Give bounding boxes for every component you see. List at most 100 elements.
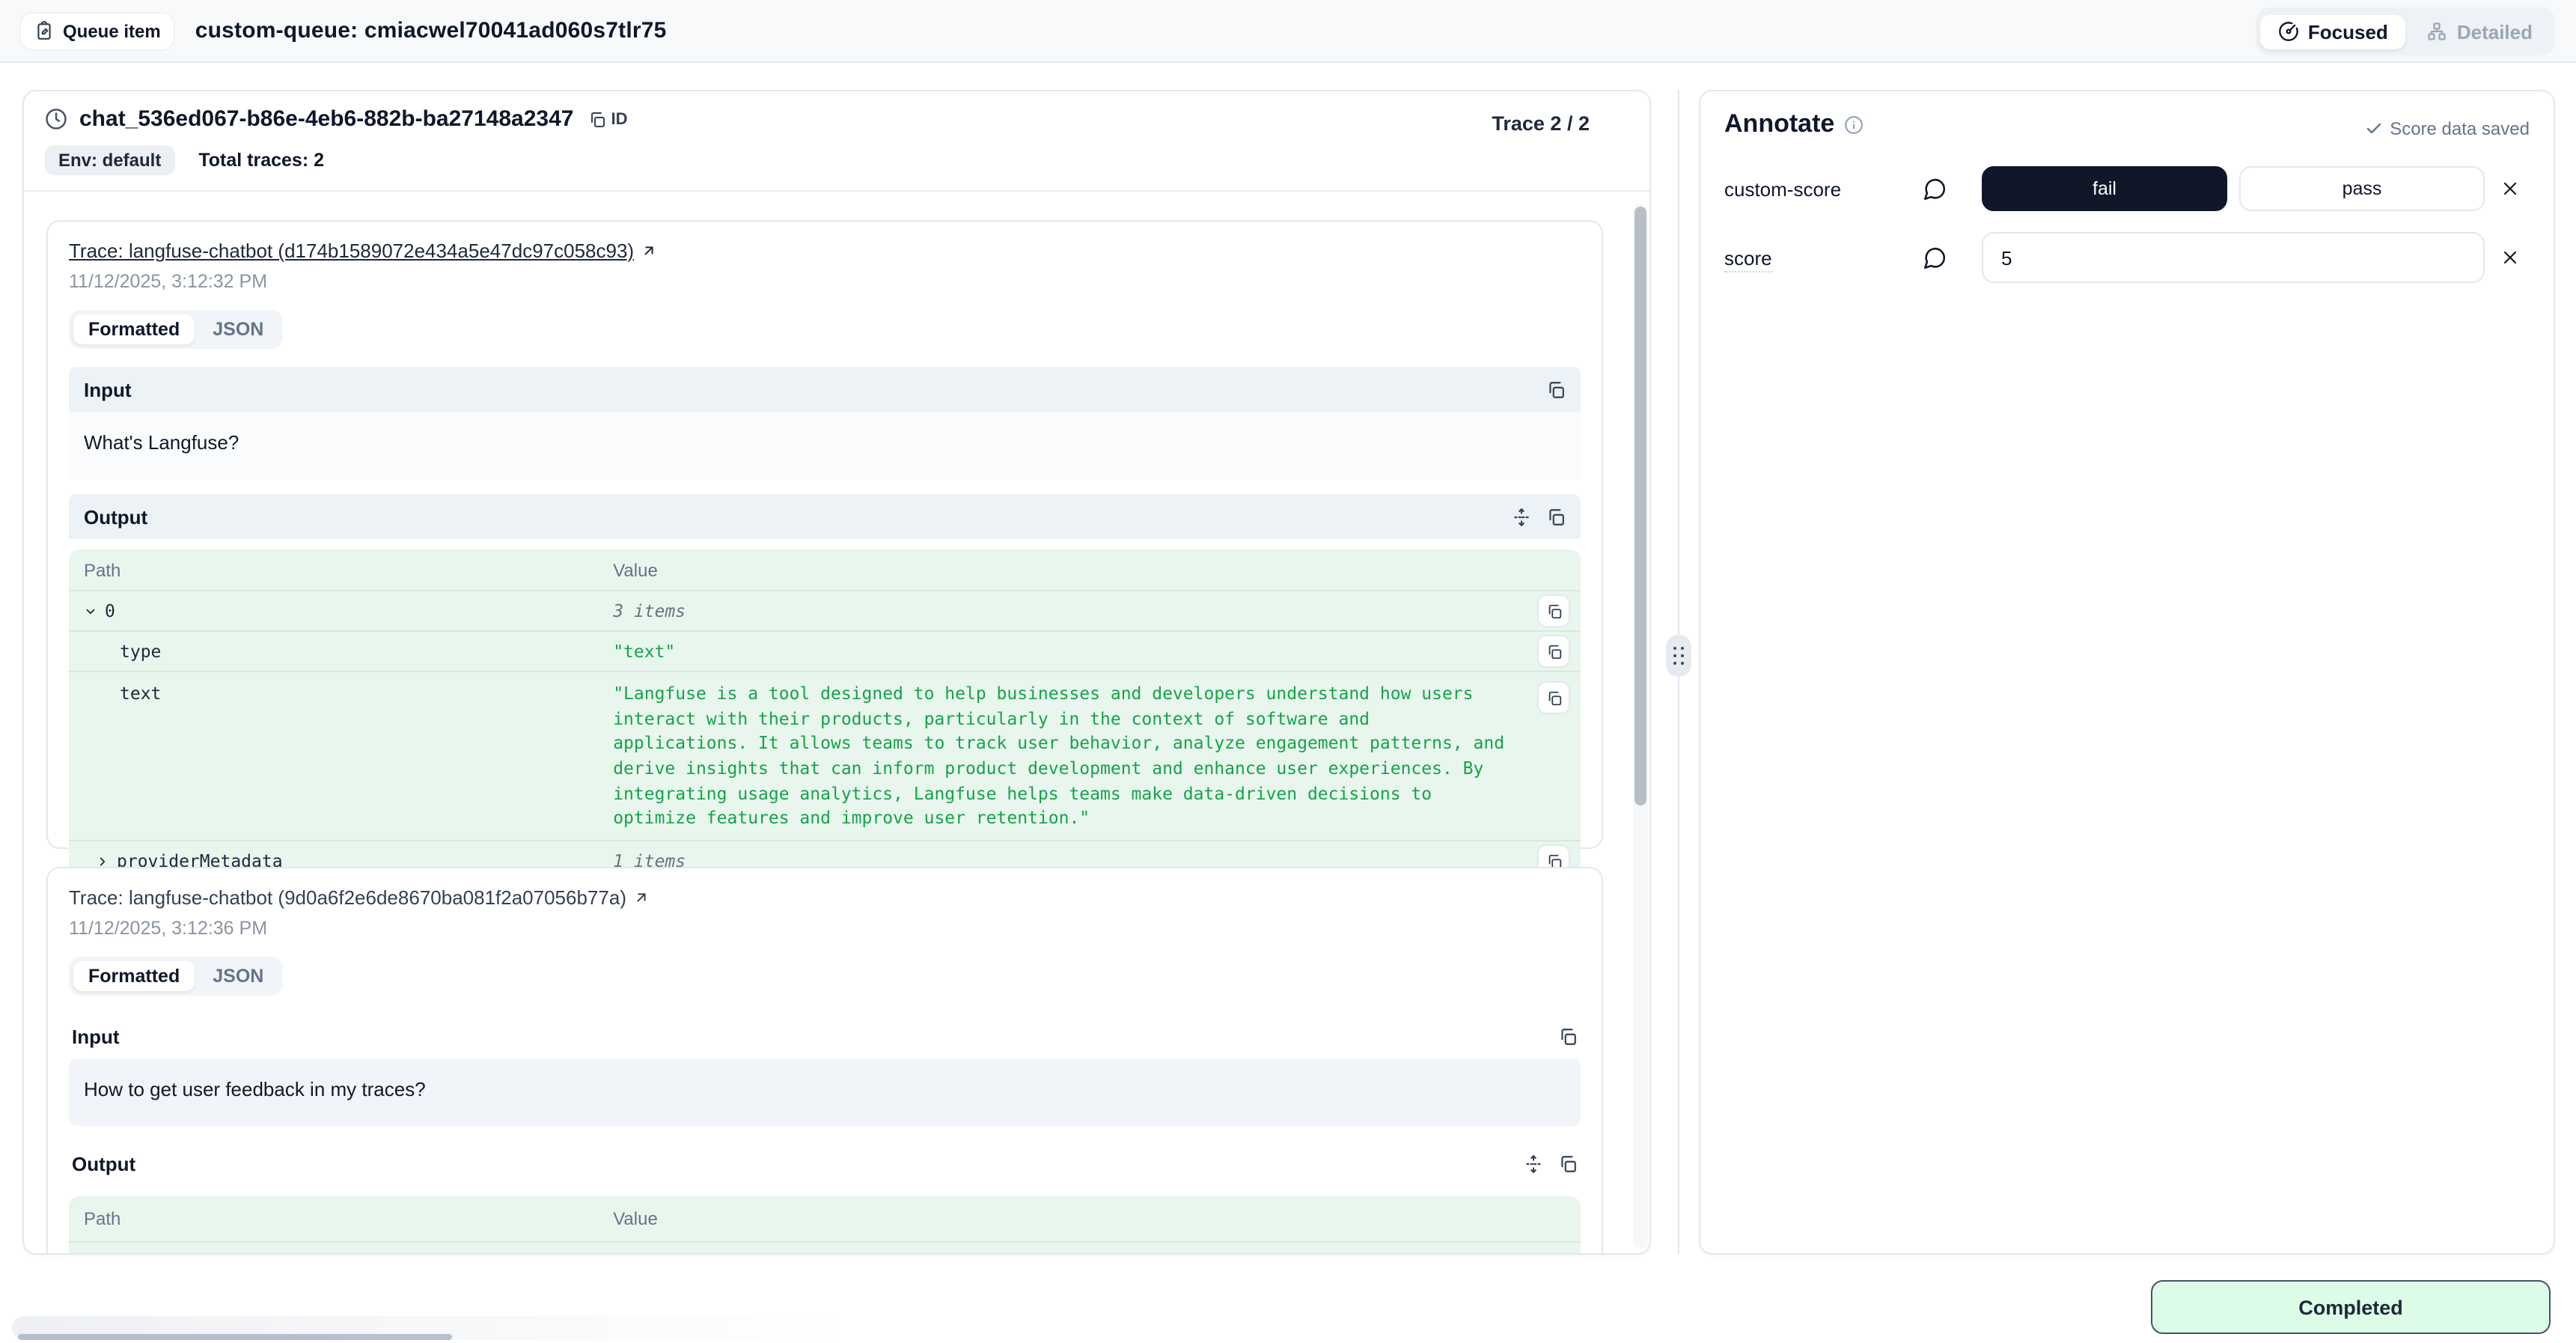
score-value-input[interactable] bbox=[1982, 232, 2485, 283]
queue-item-panel: chat_536ed067-b86e-4eb6-882b-ba27148a234… bbox=[22, 90, 1651, 1255]
output-json-table: Path Value 0 3 items bbox=[69, 549, 1581, 880]
copy-icon[interactable] bbox=[1546, 507, 1566, 526]
table-row: 0 3 items bbox=[69, 1241, 1581, 1255]
copy-id-button[interactable]: ID bbox=[588, 110, 627, 128]
total-traces-label: Total traces: 2 bbox=[198, 150, 324, 171]
output-label: Output bbox=[84, 505, 147, 528]
custom-score-label: custom-score bbox=[1724, 177, 1922, 200]
queue-item-badge: Queue item bbox=[21, 13, 174, 49]
x-icon bbox=[2500, 178, 2521, 199]
trace-2-format-tabs: Formatted JSON bbox=[69, 957, 283, 996]
page-title: custom-queue: cmiacwel70041ad060s7tlr75 bbox=[195, 18, 667, 43]
tab-formatted[interactable]: Formatted bbox=[73, 314, 195, 344]
chevron-right-icon bbox=[96, 854, 109, 868]
row-path: type bbox=[69, 641, 613, 662]
workflow-icon bbox=[2427, 21, 2448, 42]
input-text: What's Langfuse? bbox=[69, 412, 1581, 479]
input-label: Input bbox=[84, 378, 132, 401]
traces-scroll-area[interactable]: Trace: langfuse-chatbot (d174b1589072e43… bbox=[24, 201, 1651, 1255]
score-saved-status: Score data saved bbox=[2364, 118, 2530, 139]
remove-score-button[interactable] bbox=[2491, 247, 2530, 268]
score-row: score bbox=[1724, 232, 2530, 283]
detailed-view-button[interactable]: Detailed bbox=[2409, 14, 2551, 49]
trace-2-link-label: Trace: langfuse-chatbot (9d0a6f2e6de8670… bbox=[69, 886, 626, 909]
info-icon[interactable] bbox=[1843, 115, 1863, 134]
trace-1-timestamp: 11/12/2025, 3:12:32 PM bbox=[69, 271, 1581, 292]
input-text: How to get user feedback in my traces? bbox=[69, 1059, 1581, 1126]
x-icon bbox=[2500, 247, 2521, 268]
copy-icon[interactable] bbox=[1558, 1026, 1578, 1046]
row-path: text bbox=[69, 683, 613, 704]
trace-2-link[interactable]: Trace: langfuse-chatbot (9d0a6f2e6de8670… bbox=[69, 886, 649, 909]
expand-vertical-icon[interactable] bbox=[1524, 1154, 1543, 1173]
remove-custom-score-button[interactable] bbox=[2491, 178, 2530, 199]
trace-1-format-tabs: Formatted JSON bbox=[69, 310, 283, 349]
clock-icon bbox=[45, 108, 67, 130]
view-mode-toggle: Focused Detailed bbox=[2256, 7, 2555, 55]
external-link-icon bbox=[640, 243, 656, 259]
page: Queue item custom-queue: cmiacwel70041ad… bbox=[0, 0, 2576, 1343]
tab-json[interactable]: JSON bbox=[198, 314, 278, 344]
focused-view-button[interactable]: Focused bbox=[2260, 14, 2406, 49]
trace-1-link-label: Trace: langfuse-chatbot (d174b1589072e43… bbox=[69, 240, 634, 262]
copy-row-button[interactable] bbox=[1537, 635, 1570, 668]
annotate-panel: Annotate Score data saved custom-score bbox=[1699, 90, 2555, 1255]
trace-counter: Trace 2 / 2 bbox=[1492, 112, 1590, 135]
input-section-header: Input bbox=[69, 1014, 1581, 1059]
clipboard-pen-icon bbox=[34, 21, 54, 40]
custom-score-fail-button[interactable]: fail bbox=[1982, 166, 2227, 211]
input-label: Input bbox=[72, 1025, 120, 1047]
input-section-header: Input bbox=[69, 367, 1581, 412]
column-header-path: Path bbox=[69, 559, 613, 580]
queue-item-header: chat_536ed067-b86e-4eb6-882b-ba27148a234… bbox=[24, 91, 1649, 192]
output-section-header: Output bbox=[69, 494, 1581, 539]
comment-bubble-icon[interactable] bbox=[1922, 176, 1982, 201]
left-panel-scrollbar[interactable] bbox=[1633, 204, 1648, 1249]
check-icon bbox=[2364, 120, 2382, 138]
horizontal-scrollbar[interactable] bbox=[18, 1334, 452, 1340]
table-row: 0 3 items bbox=[69, 590, 1581, 630]
trace-1-link[interactable]: Trace: langfuse-chatbot (d174b1589072e43… bbox=[69, 240, 656, 262]
grip-dots-icon bbox=[1673, 646, 1685, 666]
item-title: chat_536ed067-b86e-4eb6-882b-ba27148a234… bbox=[79, 106, 573, 132]
column-header-path: Path bbox=[69, 1208, 613, 1229]
trace-card-2: Trace: langfuse-chatbot (9d0a6f2e6de8670… bbox=[46, 867, 1603, 1255]
row-value: "text" bbox=[613, 639, 1527, 663]
completed-button[interactable]: Completed bbox=[2151, 1280, 2551, 1334]
top-bar: Queue item custom-queue: cmiacwel70041ad… bbox=[0, 0, 2576, 63]
trace-card-1: Trace: langfuse-chatbot (d174b1589072e43… bbox=[46, 220, 1603, 849]
table-row: text "Langfuse is a tool designed to hel… bbox=[69, 671, 1581, 840]
gauge-icon bbox=[2278, 21, 2299, 42]
table-row: type "text" bbox=[69, 630, 1581, 671]
annotate-title: Annotate bbox=[1724, 109, 1834, 139]
row-value: "Langfuse is a tool designed to help bus… bbox=[613, 675, 1527, 837]
id-label: ID bbox=[611, 110, 627, 128]
score-saved-label: Score data saved bbox=[2390, 118, 2530, 139]
copy-row-button[interactable] bbox=[1537, 594, 1570, 627]
external-link-icon bbox=[632, 889, 649, 906]
copy-icon bbox=[588, 110, 606, 128]
column-header-value: Value bbox=[613, 559, 1527, 580]
row-value: 3 items bbox=[613, 598, 1527, 623]
detailed-view-label: Detailed bbox=[2457, 20, 2533, 43]
focused-view-label: Focused bbox=[2308, 20, 2388, 43]
tab-json[interactable]: JSON bbox=[198, 961, 278, 991]
output-label: Output bbox=[72, 1152, 135, 1175]
scrollbar-thumb[interactable] bbox=[1635, 207, 1646, 806]
custom-score-row: custom-score fail pass bbox=[1724, 166, 2530, 211]
copy-row-button[interactable] bbox=[1537, 681, 1570, 714]
tab-formatted[interactable]: Formatted bbox=[73, 961, 195, 991]
row-path[interactable]: 0 bbox=[69, 600, 613, 621]
copy-icon[interactable] bbox=[1558, 1154, 1578, 1173]
output-json-table: Path Value 0 3 items bbox=[69, 1196, 1581, 1255]
copy-icon[interactable] bbox=[1546, 380, 1566, 399]
custom-score-pass-button[interactable]: pass bbox=[2239, 166, 2485, 211]
trace-2-timestamp: 11/12/2025, 3:12:36 PM bbox=[69, 918, 1581, 939]
env-badge: Env: default bbox=[45, 145, 174, 175]
comment-bubble-icon[interactable] bbox=[1922, 245, 1982, 270]
column-header-value: Value bbox=[613, 1208, 1527, 1229]
expand-vertical-icon[interactable] bbox=[1512, 507, 1531, 526]
chevron-down-icon bbox=[84, 604, 97, 618]
panel-resize-handle[interactable] bbox=[1666, 635, 1691, 677]
output-section-header: Output bbox=[69, 1141, 1581, 1186]
